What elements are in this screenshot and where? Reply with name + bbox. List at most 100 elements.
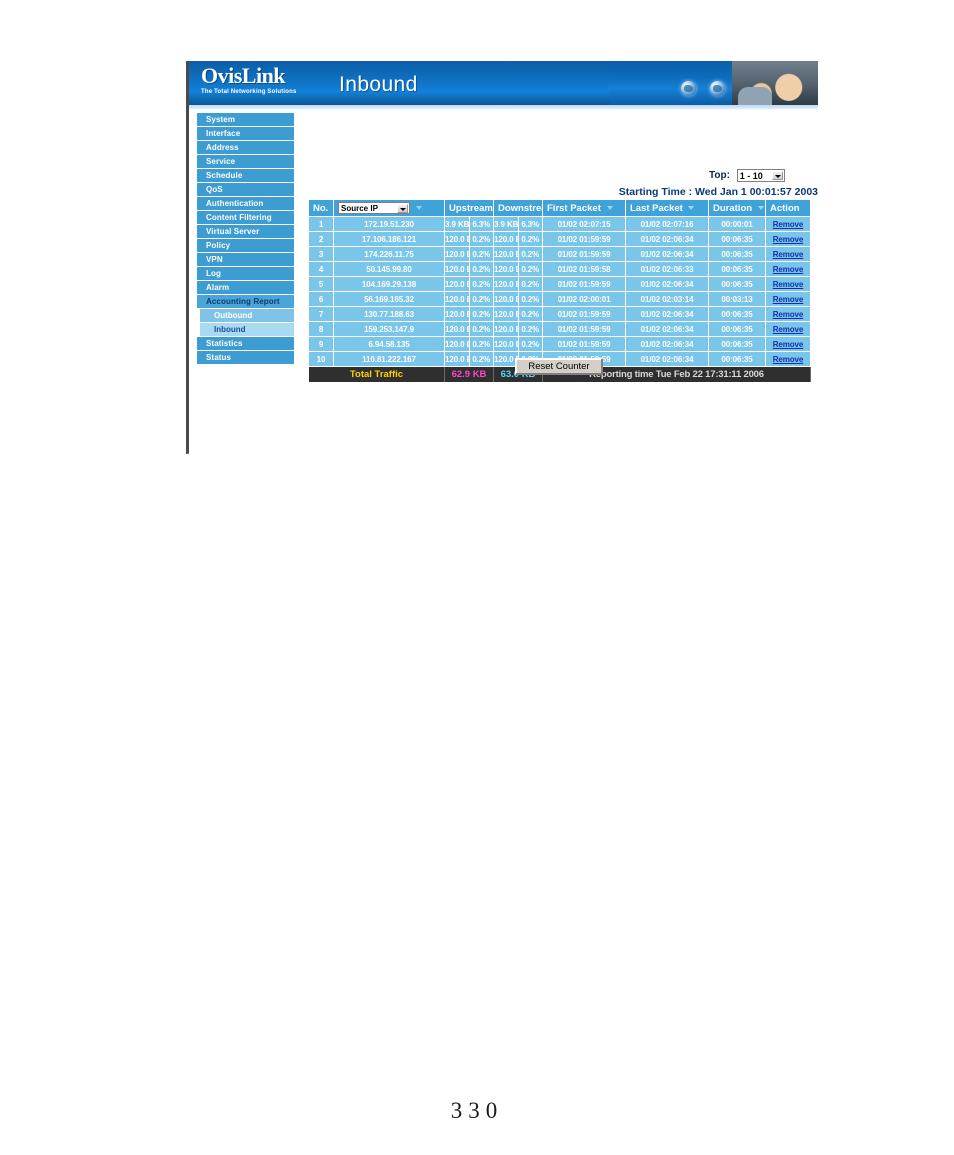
app-banner: OvisLink The Total Networking Solutions … — [189, 61, 818, 105]
sidebar-item-alarm[interactable]: Alarm — [197, 281, 294, 295]
reset-counter-button[interactable]: Reset Counter — [515, 358, 603, 375]
sidebar-subitem-outbound[interactable]: Outbound — [200, 309, 294, 323]
cell-action: Remove — [765, 336, 811, 352]
cell-downstream-pct: 0.2% — [518, 276, 543, 292]
table-row: 1 172.19.51.230 3.9 KB 6.3% 3.9 KB 6.3% 01/02 … — [309, 216, 811, 232]
sidebar-item-log[interactable]: Log — [197, 267, 294, 281]
router-admin-page: OvisLink The Total Networking Solutions … — [186, 61, 818, 454]
sidebar-item-service[interactable]: Service — [197, 155, 294, 169]
table-row: 450.145.99.80120.0 B0.2%120.0 B0.2%01/02… — [309, 261, 811, 277]
cell-upstream: 120.0 B — [444, 336, 470, 352]
remove-link[interactable]: Remove — [773, 325, 804, 334]
cell-source-ip: 50.145.99.80 — [333, 261, 445, 277]
cell-action: Remove — [765, 291, 811, 307]
table-row: 656.169.165.32120.0 B0.2%120.0 B0.2%01/0… — [309, 291, 811, 307]
cell-action: Remove — [765, 246, 811, 262]
chevron-down-icon[interactable] — [771, 171, 783, 180]
remove-link[interactable]: Remove — [773, 265, 804, 274]
cell-duration: 00:06:35 — [708, 276, 766, 292]
sidebar-item-virtual-server[interactable]: Virtual Server — [197, 225, 294, 239]
cell-duration: 00:06:35 — [708, 231, 766, 247]
cell-upstream: 120.0 B — [444, 306, 470, 322]
cell-upstream: 120.0 B — [444, 291, 470, 307]
column-header-source-ip: Source IP — [333, 200, 445, 217]
cell-upstream: 120.0 B — [444, 321, 470, 337]
sidebar-item-authentication[interactable]: Authentication — [197, 197, 294, 211]
cell-action: Remove — [765, 321, 811, 337]
starting-time-label: Starting Time : Wed Jan 1 00:01:57 2003 — [618, 186, 818, 198]
cell-last-packet: 01/02 02:06:34 — [625, 336, 709, 352]
cell-first-packet: 01/02 01:59:59 — [542, 321, 626, 337]
cell-duration: 00:06:35 — [708, 246, 766, 262]
sidebar-item-schedule[interactable]: Schedule — [197, 169, 294, 183]
remove-link[interactable]: Remove — [773, 280, 804, 289]
table-row: 5104.169.29.138120.0 B0.2%120.0 B0.2%01/… — [309, 276, 811, 292]
sort-caret-source-ip-icon[interactable] — [415, 206, 422, 210]
sidebar-item-status[interactable]: Status — [197, 351, 294, 365]
remove-link[interactable]: Remove — [773, 295, 804, 304]
table-header-row: No. Source IP Upstream Downstre First Pa… — [309, 200, 811, 217]
column-header-last-packet: Last Packet — [625, 200, 709, 217]
cell-last-packet: 01/02 02:06:34 — [625, 306, 709, 322]
cell-no: 3 — [309, 246, 334, 262]
source-ip-select[interactable]: Source IP — [338, 202, 410, 214]
column-header-duration-label: Duration — [713, 202, 753, 214]
accounting-report-table: No. Source IP Upstream Downstre First Pa… — [309, 200, 811, 382]
sidebar-item-system[interactable]: System — [197, 113, 294, 127]
top-range-value: 1 - 10 — [739, 171, 763, 181]
cell-no: 9 — [309, 336, 334, 352]
cell-first-packet: 01/02 01:59:59 — [542, 246, 626, 262]
cell-action: Remove — [765, 231, 811, 247]
top-filter: Top: 1 - 10 — [709, 169, 785, 182]
cell-action: Remove — [765, 306, 811, 322]
cell-downstream-pct: 0.2% — [518, 306, 543, 322]
cell-upstream: 120.0 B — [444, 261, 470, 277]
sidebar-item-accounting-report[interactable]: Accounting Report — [197, 295, 294, 309]
column-header-duration: Duration — [708, 200, 766, 217]
cell-downstream: 3.9 KB — [493, 216, 519, 232]
column-header-upstream: Upstream — [444, 200, 494, 217]
remove-link[interactable]: Remove — [773, 220, 804, 229]
cell-upstream: 120.0 B — [444, 246, 470, 262]
source-ip-select-value: Source IP — [341, 204, 378, 213]
top-filter-label: Top: — [709, 170, 730, 182]
ovislink-logo: OvisLink The Total Networking Solutions — [201, 65, 331, 96]
cell-downstream-pct: 0.2% — [518, 261, 543, 277]
cell-downstream: 120.0 B — [493, 246, 519, 262]
cell-source-ip: 104.169.29.138 — [333, 276, 445, 292]
cell-last-packet: 01/02 02:06:34 — [625, 321, 709, 337]
logo-tagline: The Total Networking Solutions — [201, 89, 297, 95]
chevron-down-icon[interactable] — [397, 204, 408, 213]
cell-first-packet: 01/02 01:59:59 — [542, 231, 626, 247]
sidebar-item-address[interactable]: Address — [197, 141, 294, 155]
remove-link[interactable]: Remove — [773, 340, 804, 349]
column-header-upstream-label: Upstream — [449, 202, 493, 214]
main-content: Top: 1 - 10 Starting Time : Wed Jan 1 00… — [309, 110, 818, 454]
sidebar-item-content-filtering[interactable]: Content Filtering — [197, 211, 294, 225]
cell-duration: 00:06:35 — [708, 336, 766, 352]
table-row: 7130.77.188.63120.0 B0.2%120.0 B0.2%01/0… — [309, 306, 811, 322]
sidebar-item-policy[interactable]: Policy — [197, 239, 294, 253]
globe-icon — [681, 81, 696, 96]
sort-caret-first-packet-icon[interactable] — [606, 205, 613, 210]
column-header-last-packet-label: Last Packet — [630, 202, 683, 214]
cell-duration: 00:00:01 — [708, 216, 766, 232]
sidebar-item-interface[interactable]: Interface — [197, 127, 294, 141]
sidebar-item-qos[interactable]: QoS — [197, 183, 294, 197]
sidebar-item-statistics[interactable]: Statistics — [197, 337, 294, 351]
sidebar-subitem-inbound[interactable]: Inbound — [200, 323, 294, 337]
remove-link[interactable]: Remove — [773, 235, 804, 244]
cell-upstream-pct: 0.2% — [469, 336, 494, 352]
cell-duration: 00:06:35 — [708, 261, 766, 277]
sort-caret-last-packet-icon[interactable] — [688, 205, 695, 210]
cell-last-packet: 01/02 02:06:33 — [625, 261, 709, 277]
remove-link[interactable]: Remove — [773, 250, 804, 259]
sidebar-item-vpn[interactable]: VPN — [197, 253, 294, 267]
cell-upstream-pct: 0.2% — [469, 276, 494, 292]
column-header-downstream-label: Downstream — [498, 202, 542, 214]
remove-link[interactable]: Remove — [773, 310, 804, 319]
cell-upstream-pct: 0.2% — [469, 261, 494, 277]
top-range-select[interactable]: 1 - 10 — [736, 169, 785, 182]
sort-caret-duration-icon[interactable] — [757, 205, 764, 210]
cell-first-packet: 01/02 01:59:59 — [542, 306, 626, 322]
